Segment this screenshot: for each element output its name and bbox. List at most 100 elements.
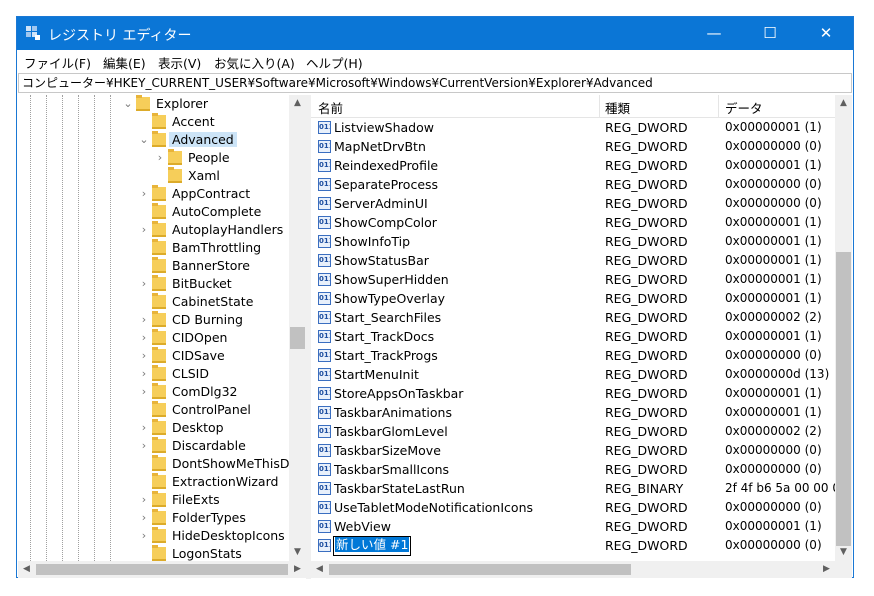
chevron-right-icon[interactable]: › [138, 510, 150, 526]
scroll-right-icon[interactable]: ▶ [818, 561, 835, 578]
scroll-right-icon[interactable]: ▶ [289, 561, 306, 578]
chevron-right-icon[interactable]: › [138, 312, 150, 328]
values-list[interactable]: 名前 種類 データ 011ListviewShadowREG_DWORD0x00… [311, 95, 835, 561]
value-row[interactable]: 011ReindexedProfile REG_DWORD 0x00000001 (… [311, 156, 835, 175]
tree-item[interactable]: › AppContract [18, 185, 288, 203]
tree-item[interactable]: ControlPanel [18, 401, 288, 419]
menu-edit[interactable]: 編集(E) [103, 53, 146, 72]
value-row[interactable]: 011Start_TrackDocs REG_DWORD 0x00000001 (1… [311, 327, 835, 346]
maximize-button[interactable]: ☐ [747, 17, 793, 50]
value-row[interactable]: 011ShowSuperHidden REG_DWORD 0x00000001 (1… [311, 270, 835, 289]
value-row[interactable]: 011MapNetDrvBtn REG_DWORD 0x00000000 (0) [311, 137, 835, 156]
tree-item[interactable]: › CD Burning [18, 311, 288, 329]
list-scroll-thumb[interactable] [836, 252, 851, 546]
tree-item[interactable]: BamThrottling [18, 239, 288, 257]
value-row[interactable]: 011ListviewShadow REG_DWORD 0x00000001 (1) [311, 118, 835, 137]
chevron-right-icon[interactable]: › [138, 222, 150, 238]
tree-item[interactable]: LogonStats [18, 545, 288, 561]
tree-item[interactable]: Xaml [18, 167, 288, 185]
value-row[interactable]: 011Start_TrackProgs REG_DWORD 0x00000000 (… [311, 346, 835, 365]
chevron-right-icon[interactable]: › [138, 420, 150, 436]
tree-item[interactable]: › AutoplayHandlers [18, 221, 288, 239]
value-row[interactable]: 011WebView REG_DWORD 0x00000001 (1) [311, 517, 835, 536]
scroll-up-icon[interactable]: ▲ [835, 95, 852, 112]
minimize-button[interactable]: — [691, 17, 737, 50]
value-row[interactable]: 011 新しい値 #1 REG_DWORD 0x00000000 (0) [311, 536, 835, 556]
tree-item[interactable]: › FileExts [18, 491, 288, 509]
key-tree[interactable]: ⌄ Explorer Accent ⌄ Advanced › People Xaml › AppC… [18, 95, 306, 561]
tree-item[interactable]: BannerStore [18, 257, 288, 275]
value-row[interactable]: 011ServerAdminUI REG_DWORD 0x00000000 (0) [311, 194, 835, 213]
value-row[interactable]: 011TaskbarSmallIcons REG_DWORD 0x00000000 … [311, 460, 835, 479]
menu-view[interactable]: 表示(V) [158, 53, 201, 72]
tree-scroll-thumb[interactable] [290, 327, 305, 349]
close-button[interactable]: ✕ [803, 17, 849, 50]
tree-item[interactable]: CabinetState [18, 293, 288, 311]
chevron-right-icon[interactable]: › [154, 150, 166, 166]
chevron-down-icon[interactable]: ⌄ [138, 132, 150, 148]
chevron-right-icon[interactable]: › [138, 438, 150, 454]
value-row[interactable]: 011UseTabletModeNotificationIcons REG_DWO… [311, 498, 835, 517]
column-type-header[interactable]: 種類 [605, 98, 630, 117]
title-bar[interactable]: レジストリ エディター — ☐ ✕ [17, 17, 853, 50]
column-divider[interactable] [718, 95, 719, 117]
menu-help[interactable]: ヘルプ(H) [306, 53, 363, 72]
chevron-right-icon[interactable]: › [138, 186, 150, 202]
tree-vertical-scrollbar[interactable]: ▲ ▼ [289, 95, 306, 561]
list-hscroll-thumb[interactable] [329, 564, 631, 575]
tree-item[interactable]: ⌄ Explorer [18, 95, 288, 113]
tree-item[interactable]: Accent [18, 113, 288, 131]
scroll-down-icon[interactable]: ▼ [835, 544, 852, 561]
menu-favorites[interactable]: お気に入り(A) [214, 53, 295, 72]
tree-item[interactable]: › BitBucket [18, 275, 288, 293]
chevron-right-icon[interactable]: › [138, 528, 150, 544]
chevron-right-icon[interactable]: › [138, 384, 150, 400]
tree-item[interactable]: › People [18, 149, 288, 167]
value-row[interactable]: 011TaskbarGlomLevel REG_DWORD 0x00000002 (… [311, 422, 835, 441]
tree-item[interactable]: DontShowMeThisDialo [18, 455, 306, 473]
chevron-right-icon[interactable]: › [138, 366, 150, 382]
chevron-right-icon[interactable]: › [138, 276, 150, 292]
column-name-header[interactable]: 名前 [318, 98, 343, 117]
tree-item[interactable]: AutoComplete [18, 203, 288, 221]
list-horizontal-scrollbar[interactable]: ◀ ▶ [311, 561, 852, 578]
value-row[interactable]: 011TaskbarSizeMove REG_DWORD 0x00000000 (0… [311, 441, 835, 460]
tree-item[interactable]: ExtractionWizard [18, 473, 288, 491]
column-divider[interactable] [599, 95, 600, 117]
value-row[interactable]: 011Start_SearchFiles REG_DWORD 0x00000002 … [311, 308, 835, 327]
value-row[interactable]: 011TaskbarStateLastRun REG_BINARY 2f 4f b6… [311, 479, 835, 498]
value-row[interactable]: 011ShowStatusBar REG_DWORD 0x00000001 (1) [311, 251, 835, 270]
scroll-left-icon[interactable]: ◀ [311, 561, 328, 578]
column-data-header[interactable]: データ [725, 98, 763, 117]
value-row[interactable]: 011StartMenuInit REG_DWORD 0x0000000d (13) [311, 365, 835, 384]
value-row[interactable]: 011ShowCompColor REG_DWORD 0x00000001 (1) [311, 213, 835, 232]
tree-item[interactable]: › HideDesktopIcons [18, 527, 288, 545]
address-bar[interactable]: コンピューター¥HKEY_CURRENT_USER¥Software¥Micro… [18, 73, 852, 93]
value-row[interactable]: 011SeparateProcess REG_DWORD 0x00000000 (0… [311, 175, 835, 194]
tree-item[interactable]: › CIDSave [18, 347, 288, 365]
scroll-up-icon[interactable]: ▲ [289, 95, 306, 112]
scroll-left-icon[interactable]: ◀ [18, 561, 35, 578]
chevron-right-icon[interactable]: › [138, 330, 150, 346]
list-vertical-scrollbar[interactable]: ▲ ▼ [835, 95, 852, 561]
chevron-right-icon[interactable]: › [138, 492, 150, 508]
tree-item-label: CabinetState [172, 294, 254, 309]
value-row[interactable]: 011ShowTypeOverlay REG_DWORD 0x00000001 (1… [311, 289, 835, 308]
tree-item[interactable]: › ComDlg32 [18, 383, 288, 401]
tree-item[interactable]: › Discardable [18, 437, 288, 455]
value-row[interactable]: 011TaskbarAnimations REG_DWORD 0x00000001 … [311, 403, 835, 422]
menu-file[interactable]: ファイル(F) [24, 53, 91, 72]
tree-hscroll-thumb[interactable] [36, 564, 288, 575]
value-row[interactable]: 011ShowInfoTip REG_DWORD 0x00000001 (1) [311, 232, 835, 251]
value-row[interactable]: 011StoreAppsOnTaskbar REG_DWORD 0x00000001… [311, 384, 835, 403]
tree-item[interactable]: › Desktop [18, 419, 288, 437]
tree-horizontal-scrollbar[interactable]: ◀ ▶ [18, 561, 306, 578]
chevron-down-icon[interactable]: ⌄ [122, 96, 134, 112]
tree-item[interactable]: › CLSID [18, 365, 288, 383]
tree-item[interactable]: › FolderTypes [18, 509, 288, 527]
scroll-down-icon[interactable]: ▼ [289, 544, 306, 561]
tree-item[interactable]: › CIDOpen [18, 329, 288, 347]
chevron-right-icon[interactable]: › [138, 348, 150, 364]
tree-item[interactable]: ⌄ Advanced [18, 131, 288, 149]
rename-input[interactable]: 新しい値 #1 [333, 536, 412, 556]
